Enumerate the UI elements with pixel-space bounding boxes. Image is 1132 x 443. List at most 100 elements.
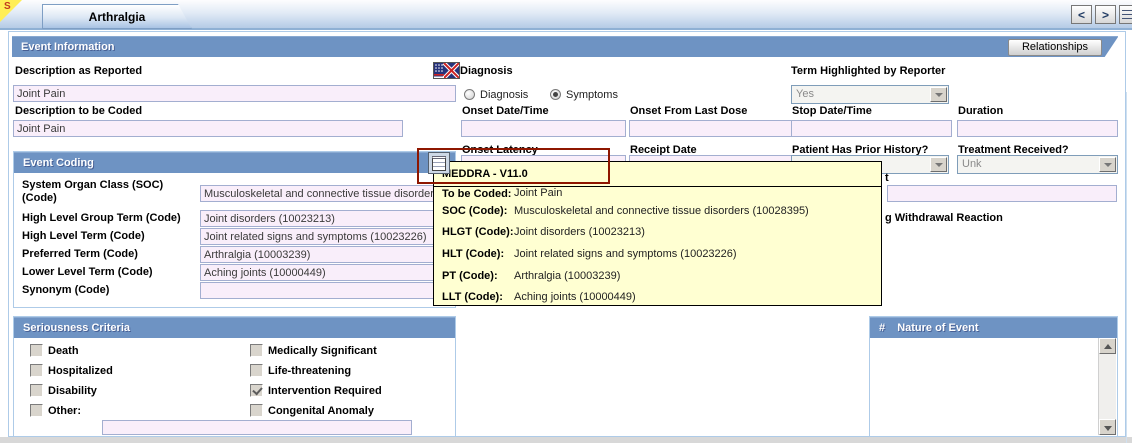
synonym-label: Synonym (Code)	[22, 284, 110, 296]
onset-from-last-dose-field[interactable]	[629, 120, 807, 137]
pt-code-label: PT (Code):	[442, 270, 498, 282]
to-be-coded-value: Joint Pain	[514, 187, 563, 199]
synonym-field[interactable]	[200, 282, 453, 299]
llt-code-label: LLT (Code):	[442, 291, 503, 303]
onset-datetime-field[interactable]	[461, 120, 626, 137]
previous-tab-button[interactable]: <	[1071, 5, 1092, 24]
preferred-term-label: Preferred Term (Code)	[22, 248, 138, 260]
nature-of-event-panel: # Nature of Event	[869, 316, 1118, 437]
disability-label: Disability	[48, 385, 97, 397]
pt-code-value: Arthralgia (10003239)	[514, 270, 621, 282]
dropdown-arrow-icon[interactable]	[930, 87, 947, 102]
other-checkbox[interactable]	[30, 404, 43, 417]
life-threatening-checkbox[interactable]	[250, 364, 263, 377]
hlt-label: High Level Term (Code)	[22, 230, 145, 242]
symptoms-radio[interactable]	[550, 89, 561, 100]
hlgt-label: High Level Group Term (Code)	[22, 212, 181, 224]
hlgt-code-label: HLGT (Code):	[442, 226, 514, 238]
soc-code-value: Musculoskeletal and connective tissue di…	[514, 205, 809, 217]
dropdown-arrow-icon[interactable]	[930, 157, 947, 172]
lower-level-term-field[interactable]	[200, 264, 453, 281]
hospitalized-label: Hospitalized	[48, 365, 113, 377]
hlt-field[interactable]	[200, 228, 453, 245]
nature-hash-label: #	[879, 322, 886, 334]
death-label: Death	[48, 345, 79, 357]
lower-level-term-label: Lower Level Term (Code)	[22, 266, 153, 278]
partial-field[interactable]	[887, 185, 1117, 202]
scroll-up-icon[interactable]	[1099, 338, 1116, 354]
seriousness-criteria-panel: Seriousness Criteria Death Hospitalized …	[13, 316, 456, 437]
meddra-dictionary-icon	[432, 155, 446, 171]
nature-of-event-list[interactable]	[871, 338, 1116, 435]
tab-arthralgia[interactable]: Arthralgia	[42, 4, 192, 29]
event-coding-header: Event Coding	[14, 152, 455, 173]
life-threatening-label: Life-threatening	[268, 365, 352, 377]
hlgt-field[interactable]	[200, 210, 453, 227]
term-highlighted-dropdown[interactable]: Yes	[791, 85, 949, 104]
next-tab-button[interactable]: >	[1095, 5, 1116, 24]
other-label: Other:	[48, 405, 81, 417]
diagnosis-radio[interactable]	[464, 89, 475, 100]
soc-field[interactable]	[200, 185, 453, 202]
intervention-required-label: Intervention Required	[268, 385, 382, 397]
english-language-flag-icon	[433, 61, 461, 80]
description-to-be-coded-field[interactable]	[13, 120, 403, 137]
description-as-reported-label: Description as Reported	[15, 65, 143, 77]
partial-label-top: t	[885, 172, 889, 184]
term-highlighted-label: Term Highlighted by Reporter	[791, 65, 946, 77]
soc-code-label: SOC (Code):	[442, 205, 508, 217]
treatment-received-dropdown[interactable]: Unk	[957, 155, 1118, 174]
meddra-tooltip: MEDDRA - V11.0 To be Coded: Joint Pain S…	[433, 161, 882, 306]
vertical-scrollbar[interactable]	[1098, 338, 1116, 435]
description-as-reported-field[interactable]	[13, 85, 456, 102]
tab-bar: S Arthralgia < >	[0, 0, 1132, 30]
seriousness-criteria-header: Seriousness Criteria	[14, 317, 455, 338]
other-seriousness-field[interactable]	[102, 420, 412, 435]
partial-label-drug-withdrawal: g Withdrawal Reaction	[885, 212, 1003, 224]
header-notch	[1104, 37, 1118, 58]
hlt-code-label: HLT (Code):	[442, 248, 505, 260]
to-be-coded-label: To be Coded:	[442, 188, 512, 200]
onset-from-last-dose-label: Onset From Last Dose	[630, 105, 748, 117]
scroll-down-icon[interactable]	[1099, 419, 1116, 435]
relationships-button[interactable]: Relationships	[1008, 39, 1102, 56]
medically-significant-label: Medically Significant	[268, 345, 377, 357]
duration-label: Duration	[958, 105, 1004, 117]
diagnosis-group-label: Diagnosis	[460, 65, 513, 77]
hlgt-code-value: Joint disorders (10023213)	[514, 226, 645, 238]
event-information-title: Event Information	[21, 41, 115, 53]
congenital-anomaly-checkbox[interactable]	[250, 404, 263, 417]
symptoms-radio-label: Symptoms	[566, 89, 618, 101]
stop-datetime-field[interactable]	[791, 120, 952, 137]
event-information-header: Event Information Relationships	[12, 36, 1118, 58]
medically-significant-checkbox[interactable]	[250, 344, 263, 357]
meddra-encode-button[interactable]	[428, 152, 450, 174]
description-to-be-coded-label: Description to be Coded	[15, 105, 143, 117]
disability-checkbox[interactable]	[30, 384, 43, 397]
death-checkbox[interactable]	[30, 344, 43, 357]
panel-inner-border	[1126, 92, 1127, 443]
hospitalized-checkbox[interactable]	[30, 364, 43, 377]
event-coding-panel: Event Coding System Organ Class (SOC) (C…	[13, 151, 456, 308]
tooltip-divider	[434, 186, 881, 187]
events-screen: S Arthralgia < > Event Information Relat…	[0, 0, 1132, 443]
duration-field[interactable]	[957, 120, 1118, 137]
nature-of-event-header: # Nature of Event	[870, 317, 1117, 338]
folded-corner-icon: S	[0, 0, 22, 22]
preferred-term-field[interactable]	[200, 246, 453, 263]
hlt-code-value: Joint related signs and symptoms (100232…	[514, 248, 737, 260]
dropdown-arrow-icon[interactable]	[1099, 157, 1116, 172]
onset-datetime-label: Onset Date/Time	[462, 105, 549, 117]
congenital-anomaly-label: Congenital Anomaly	[268, 405, 374, 417]
stop-datetime-label: Stop Date/Time	[792, 105, 872, 117]
tab-list-icon[interactable]	[1119, 5, 1132, 24]
term-highlighted-value: Yes	[796, 88, 814, 100]
diagnosis-radio-label: Diagnosis	[480, 89, 529, 101]
window-bottom-edge	[0, 437, 1132, 443]
treatment-received-value: Unk	[962, 158, 982, 170]
nature-of-event-title: Nature of Event	[897, 322, 979, 334]
llt-code-value: Aching joints (10000449)	[514, 291, 636, 303]
intervention-required-checkbox[interactable]	[250, 384, 263, 397]
meddra-tooltip-title: MEDDRA - V11.0	[442, 168, 528, 180]
soc-label: System Organ Class (SOC) (Code)	[22, 179, 164, 204]
